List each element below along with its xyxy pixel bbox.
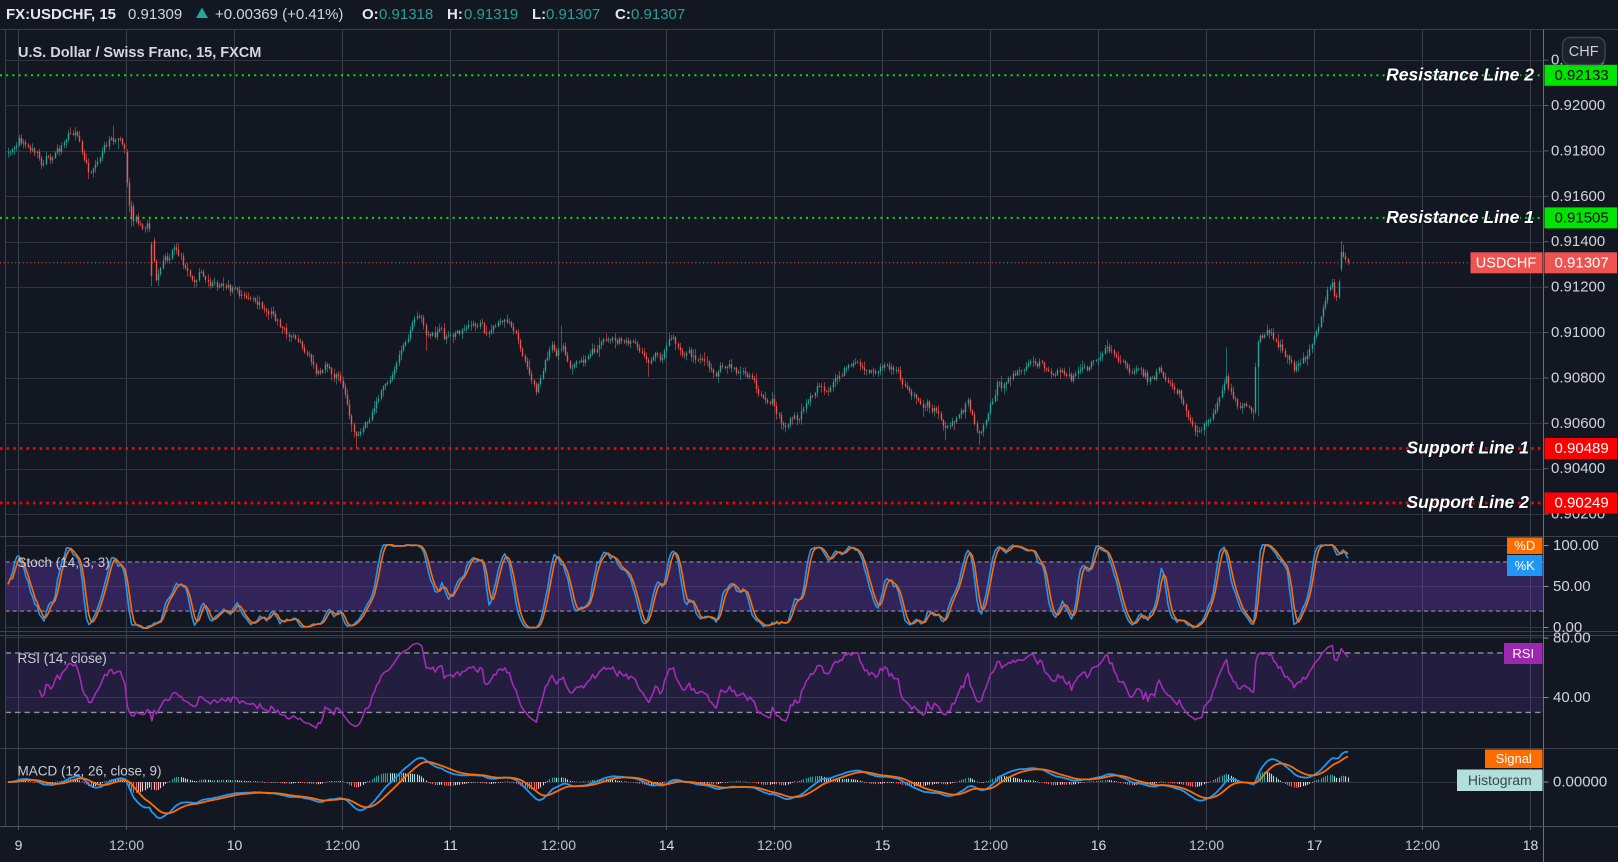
- svg-text:0.91800: 0.91800: [1551, 142, 1605, 159]
- svg-text:Support Line 1: Support Line 1: [1407, 438, 1530, 458]
- svg-text:12:00: 12:00: [1405, 837, 1440, 853]
- svg-text:0.00000: 0.00000: [1553, 774, 1607, 791]
- svg-text:0.91400: 0.91400: [1551, 233, 1605, 250]
- svg-text:RSI (14, close): RSI (14, close): [18, 651, 107, 666]
- svg-text:12:00: 12:00: [973, 837, 1008, 853]
- svg-text:14: 14: [659, 837, 675, 853]
- svg-text:15: 15: [875, 837, 891, 853]
- svg-text:11: 11: [443, 837, 458, 853]
- svg-text:Signal: Signal: [1496, 751, 1532, 766]
- svg-text:Resistance Line 1: Resistance Line 1: [1386, 207, 1534, 227]
- svg-text:FX:USDCHF, 15: FX:USDCHF, 15: [6, 6, 116, 23]
- svg-text:0.92000: 0.92000: [1551, 97, 1605, 114]
- svg-text:O:: O:: [362, 6, 379, 23]
- svg-text:12:00: 12:00: [109, 837, 144, 853]
- svg-text:0.91319: 0.91319: [464, 6, 518, 23]
- svg-text:0.91309: 0.91309: [128, 6, 182, 23]
- svg-text:Stoch (14, 3, 3): Stoch (14, 3, 3): [18, 555, 110, 570]
- svg-text:0.90400: 0.90400: [1551, 460, 1605, 477]
- svg-text:80.00: 80.00: [1553, 630, 1591, 647]
- svg-text:0.91307: 0.91307: [631, 6, 685, 23]
- svg-text:CHF: CHF: [1569, 44, 1599, 60]
- svg-text:9: 9: [15, 837, 23, 853]
- svg-text:0.90800: 0.90800: [1551, 369, 1605, 386]
- svg-text:12:00: 12:00: [757, 837, 792, 853]
- svg-text:0.91000: 0.91000: [1551, 324, 1605, 341]
- svg-text:RSI: RSI: [1512, 646, 1534, 661]
- svg-text:MACD (12, 26, close, 9): MACD (12, 26, close, 9): [18, 764, 162, 779]
- svg-text:Histogram: Histogram: [1468, 772, 1532, 788]
- svg-text:0.91318: 0.91318: [379, 6, 433, 23]
- svg-text:16: 16: [1091, 837, 1107, 853]
- svg-text:H:: H:: [447, 6, 463, 23]
- svg-text:L:: L:: [532, 6, 546, 23]
- svg-text:0.90600: 0.90600: [1551, 415, 1605, 432]
- svg-text:50.00: 50.00: [1553, 578, 1591, 595]
- svg-text:0.92133: 0.92133: [1555, 67, 1609, 84]
- svg-text:12:00: 12:00: [1189, 837, 1224, 853]
- svg-text:40.00: 40.00: [1553, 689, 1591, 706]
- svg-text:0.91200: 0.91200: [1551, 279, 1605, 296]
- svg-text:0.91307: 0.91307: [546, 6, 600, 23]
- svg-text:12:00: 12:00: [325, 837, 360, 853]
- svg-text:17: 17: [1307, 837, 1323, 853]
- svg-text:0.91600: 0.91600: [1551, 188, 1605, 205]
- svg-text:10: 10: [227, 837, 243, 853]
- svg-text:18: 18: [1523, 837, 1539, 853]
- svg-text:Support Line 2: Support Line 2: [1407, 492, 1530, 512]
- svg-text:C:: C:: [615, 6, 631, 23]
- svg-text:%D: %D: [1514, 538, 1535, 553]
- svg-text:+0.00369 (+0.41%): +0.00369 (+0.41%): [215, 6, 343, 23]
- svg-text:0.91505: 0.91505: [1555, 209, 1609, 226]
- svg-text:USDCHF: USDCHF: [1476, 256, 1537, 272]
- svg-text:Resistance Line 2: Resistance Line 2: [1386, 64, 1534, 84]
- svg-text:0.90249: 0.90249: [1555, 495, 1609, 512]
- svg-text:12:00: 12:00: [541, 837, 576, 853]
- svg-text:%K: %K: [1515, 558, 1536, 573]
- svg-text:100.00: 100.00: [1553, 537, 1599, 554]
- svg-text:0.91307: 0.91307: [1555, 254, 1609, 271]
- svg-text:0.90489: 0.90489: [1555, 440, 1609, 457]
- svg-text:U.S. Dollar / Swiss Franc, 15,: U.S. Dollar / Swiss Franc, 15, FXCM: [18, 45, 261, 61]
